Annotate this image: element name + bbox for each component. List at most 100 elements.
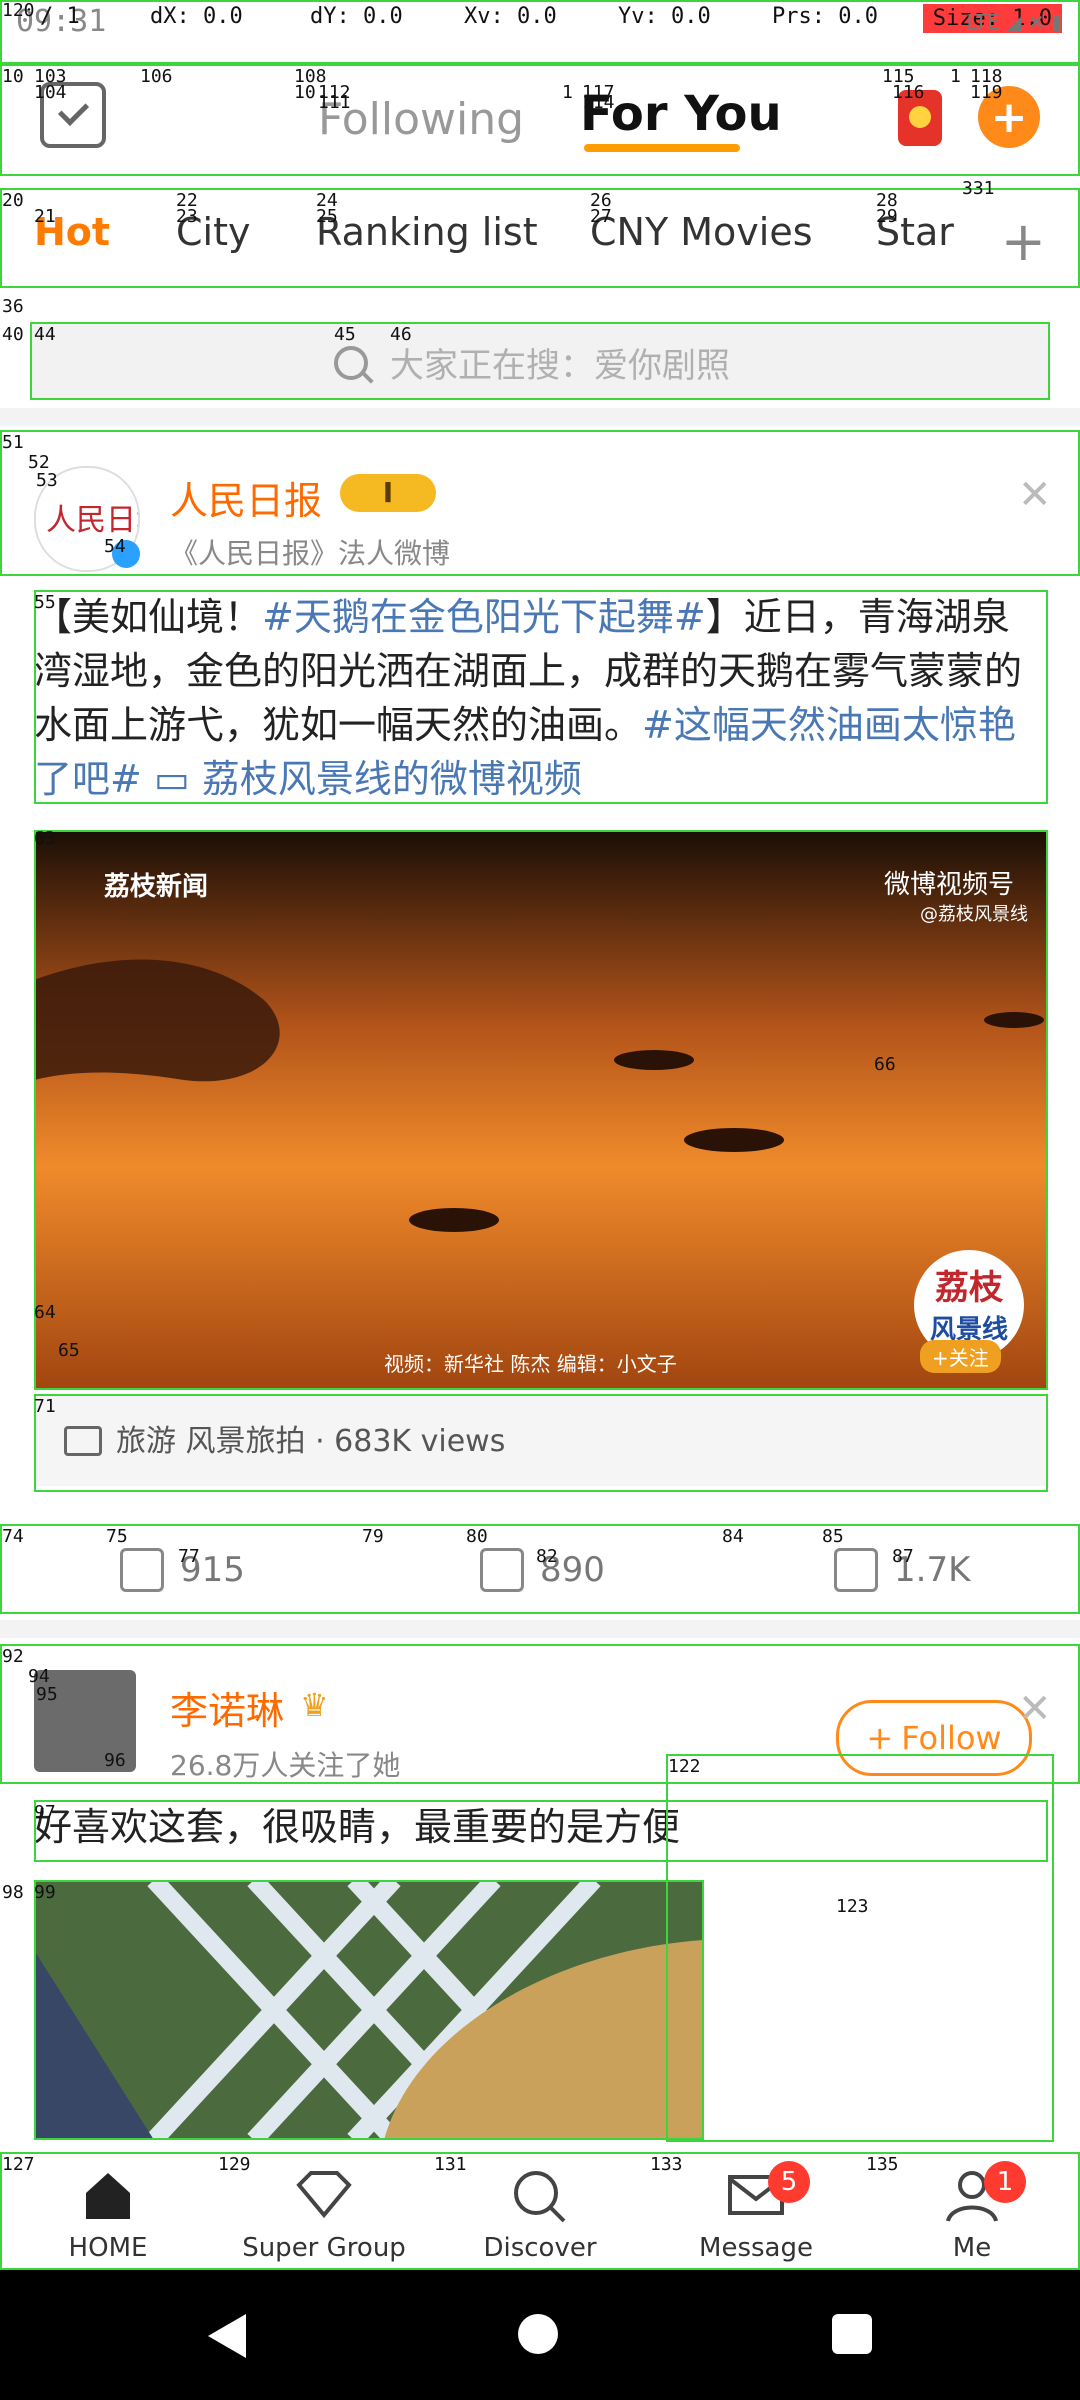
crown-icon: ♛ bbox=[300, 1686, 329, 1724]
status-icons: LTE ◢ ✕ ▮ bbox=[966, 10, 1062, 34]
overlay-label: 82 bbox=[536, 1546, 558, 1567]
overlay-label: 1 bbox=[562, 82, 573, 103]
overlay-label: 111 bbox=[318, 92, 351, 113]
separator bbox=[0, 1620, 1080, 1638]
post-video[interactable]: 荔枝新闻 微博视频号 @荔枝风景线 荔枝 风景线 +关注 视频：新华社 陈杰 编… bbox=[34, 830, 1048, 1390]
debug-dy: dY: 0.0 bbox=[310, 4, 403, 29]
post2-text[interactable]: 好喜欢这套，很吸睛，最重要的是方便 bbox=[34, 1800, 1046, 1854]
nav-me-label: Me bbox=[952, 2233, 992, 2263]
overlay-label: 85 bbox=[822, 1526, 844, 1547]
overlay-label: 46 bbox=[390, 324, 412, 345]
overlay-label: 29 bbox=[876, 206, 898, 227]
overlay-label: 129 bbox=[218, 2154, 251, 2175]
overlay-label: 131 bbox=[434, 2154, 467, 2175]
overlay-label: 99 bbox=[34, 1882, 56, 1903]
overlay-label: 135 bbox=[866, 2154, 899, 2175]
video-caption: 视频：新华社 陈杰 编辑：小文子 bbox=[384, 1352, 677, 1376]
overlay-label: 84 bbox=[722, 1526, 744, 1547]
pointer-count: / 1 bbox=[40, 4, 80, 29]
overlay-label: 75 bbox=[106, 1526, 128, 1547]
category-cny-movies[interactable]: CNY Movies bbox=[590, 210, 813, 254]
comment-icon bbox=[480, 1548, 524, 1592]
discover-icon bbox=[514, 2171, 566, 2223]
debug-overlay-bar: 09:31 / 1 dX: 0.0 dY: 0.0 Xv: 0.0 Yv: 0.… bbox=[0, 0, 1080, 39]
overlay-label: 92 bbox=[2, 1646, 24, 1667]
overlay-label: 10 bbox=[2, 66, 24, 87]
share-icon bbox=[120, 1548, 164, 1592]
overlay-label: 80 bbox=[466, 1526, 488, 1547]
home-icon bbox=[86, 2173, 130, 2219]
home-circle-icon[interactable] bbox=[518, 2314, 558, 2354]
overlay-label: 20 bbox=[2, 190, 24, 211]
overlay-label: 10 bbox=[294, 82, 316, 103]
video-frame bbox=[34, 830, 1048, 1390]
overlay-label: 36 bbox=[2, 296, 24, 317]
diamond-icon bbox=[296, 2171, 352, 2219]
overlay-label: 96 bbox=[104, 1750, 126, 1771]
search-bar[interactable]: 大家正在搜：爱你剧照 bbox=[30, 322, 1050, 400]
post-hashtag[interactable]: #天鹅在金色阳光下起舞# bbox=[262, 595, 706, 639]
nav-home-label: HOME bbox=[68, 2233, 148, 2263]
post2-user-sub: 26.8万人关注了她 bbox=[170, 1749, 401, 1782]
nav-discover-label: Discover bbox=[483, 2233, 597, 2263]
recents-icon[interactable] bbox=[832, 2314, 872, 2354]
overlay-label: 104 bbox=[34, 82, 67, 103]
overlay-label: 127 bbox=[2, 2154, 35, 2175]
overlay-label: 1 bbox=[950, 66, 961, 87]
overlay-label: 63 bbox=[34, 828, 56, 849]
overlay-label: 106 bbox=[140, 66, 173, 87]
post-text-part: 【美如仙境！ bbox=[34, 595, 263, 639]
video-brand-right: 微博视频号 bbox=[884, 870, 1015, 900]
overlay-label: 331 bbox=[962, 178, 995, 199]
follow-button[interactable]: + Follow bbox=[836, 1700, 1032, 1776]
overlay-label: 45 bbox=[334, 324, 356, 345]
overlay-label: 114 bbox=[582, 92, 615, 113]
overlay-label: 71 bbox=[34, 1396, 56, 1417]
overlay-label: 122 bbox=[668, 1756, 701, 1777]
video-meta-bar[interactable]: 旅游 风景旅拍 · 683K views bbox=[34, 1394, 1048, 1486]
close-icon[interactable]: ✕ bbox=[1018, 472, 1052, 518]
post-user-sub: 《人民日报》法人微博 bbox=[170, 537, 451, 570]
post2-image[interactable] bbox=[34, 1880, 704, 2140]
overlay-label: 120 bbox=[2, 0, 35, 21]
post-user-name[interactable]: 人民日报 bbox=[170, 470, 322, 525]
nav-super-group-label: Super Group bbox=[242, 2233, 406, 2263]
overlay-label: 21 bbox=[34, 206, 56, 227]
bottom-nav: HOME Super Group Discover 5 Message 1 Me bbox=[0, 2152, 1080, 2271]
message-badge: 5 bbox=[768, 2161, 810, 2203]
overlay-label: 77 bbox=[178, 1546, 200, 1567]
category-row: Hot City Ranking list CNY Movies Star + bbox=[0, 188, 1080, 288]
overlay-label: 55 bbox=[34, 592, 56, 613]
post-text[interactable]: 【美如仙境！#天鹅在金色阳光下起舞#】近日，青海湖泉湾湿地，金色的阳光洒在湖面上… bbox=[34, 590, 1046, 806]
overlay-label: 98 bbox=[2, 1882, 24, 1903]
overlay-label: 119 bbox=[970, 82, 1003, 103]
overlay-label: 74 bbox=[2, 1526, 24, 1547]
level-badge-text: I bbox=[382, 476, 394, 509]
post2-photo bbox=[34, 1880, 704, 2140]
overlay-label: 54 bbox=[104, 536, 126, 557]
post2-user-name[interactable]: 李诺琳 bbox=[170, 1680, 284, 1735]
overlay-label: 66 bbox=[874, 1054, 896, 1075]
search-icon bbox=[334, 346, 368, 380]
me-badge: 1 bbox=[984, 2161, 1026, 2203]
add-category-icon[interactable]: + bbox=[1001, 210, 1046, 273]
overlay-label: 51 bbox=[2, 432, 24, 453]
video-meta-icon bbox=[64, 1426, 102, 1456]
overlay-label: 64 bbox=[34, 1302, 56, 1323]
overlay-label: 53 bbox=[36, 470, 58, 491]
overlay-label: 40 bbox=[2, 324, 24, 345]
back-icon[interactable] bbox=[208, 2314, 246, 2358]
overlay-label: 23 bbox=[176, 206, 198, 227]
debug-yv: Yv: 0.0 bbox=[618, 4, 711, 29]
tab-underline bbox=[584, 144, 740, 152]
category-ranking[interactable]: Ranking list bbox=[316, 210, 538, 254]
close-icon[interactable]: ✕ bbox=[1018, 1686, 1052, 1732]
post-video-link[interactable]: 荔枝风景线的微博视频 bbox=[202, 757, 582, 801]
post-actions: 915 890 1.7K bbox=[0, 1524, 1080, 1614]
overlay-label: 27 bbox=[590, 206, 612, 227]
follow-label: Follow bbox=[901, 1719, 1002, 1757]
video-follow[interactable]: +关注 bbox=[920, 1340, 1001, 1373]
overlay-label: 25 bbox=[316, 206, 338, 227]
debug-prs: Prs: 0.0 bbox=[772, 4, 878, 29]
nav-message-label: Message bbox=[699, 2233, 813, 2263]
